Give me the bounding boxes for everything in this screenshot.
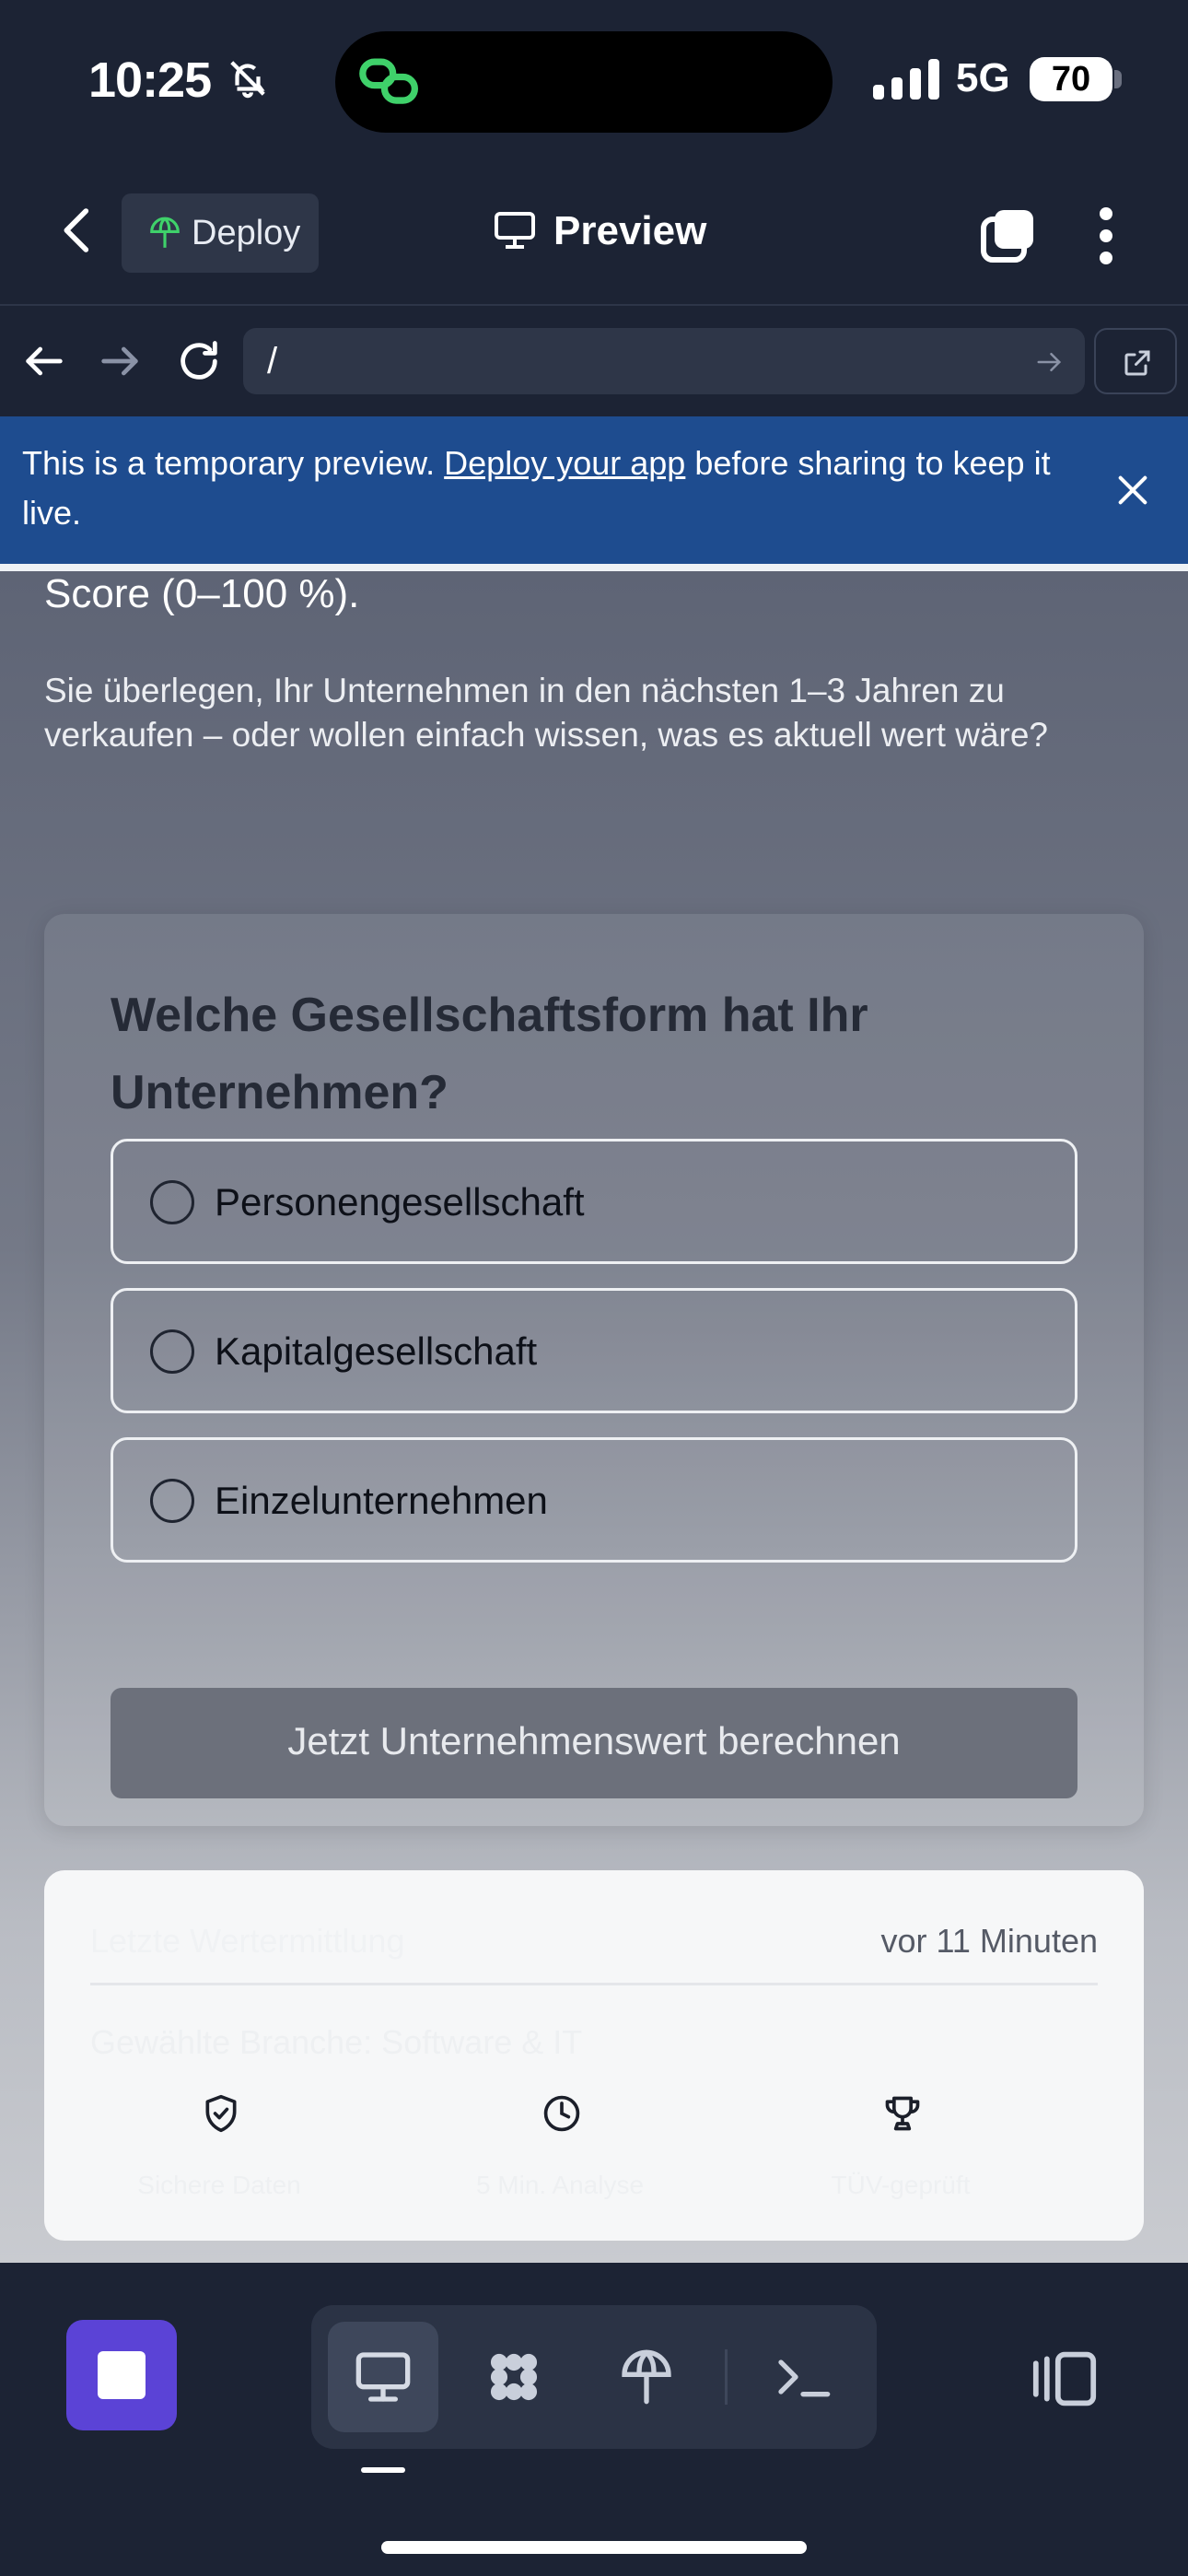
tool-shell[interactable] <box>748 2322 858 2432</box>
status-bar: 10:25 5G 70 <box>0 0 1188 157</box>
side-panel-icon[interactable] <box>1031 2349 1098 2408</box>
deploy-globe-icon <box>150 217 180 248</box>
tabs-icon[interactable] <box>980 208 1035 263</box>
option-label: Kapitalgesellschaft <box>215 1329 538 1373</box>
badge-analysis-time: 5 Min. Analyse <box>385 2093 735 2213</box>
option-kapitalgesellschaft[interactable]: Kapitalgesellschaft <box>111 1288 1077 1413</box>
banner-divider <box>0 564 1188 571</box>
close-icon <box>1118 475 1147 505</box>
badge-tuev: TÜV-geprüft <box>726 2093 1076 2213</box>
option-einzelunternehmen[interactable]: Einzelunternehmen <box>111 1437 1077 1563</box>
trophy-icon <box>885 2096 920 2131</box>
intro-text: Sie überlegen, Ihr Unternehmen in den nä… <box>44 672 1049 754</box>
tool-separator <box>725 2349 728 2405</box>
tool-deploy[interactable] <box>591 2322 702 2432</box>
reload-icon[interactable] <box>175 337 223 385</box>
url-text: / <box>267 341 278 381</box>
question-card: Welche Gesellschaftsform hat Ihr Unterne… <box>44 914 1144 1826</box>
link-app-icon <box>359 58 418 104</box>
calculate-value-label: Jetzt Unternehmenswert berechnen <box>287 1719 901 1762</box>
external-link-icon <box>1124 350 1150 376</box>
option-label: Personengesellschaft <box>215 1180 585 1224</box>
last-valuation-label: Letzte Wertermittlung <box>90 1922 405 1960</box>
info-card: Letzte Wertermittlung vor 11 Minuten Gew… <box>44 1870 1144 2241</box>
shield-check-icon <box>205 2094 237 2133</box>
badge-secure-data: Sichere Daten <box>44 2093 394 2213</box>
bottom-toolbar <box>0 2263 1188 2576</box>
calculate-value-button[interactable]: Jetzt Unternehmenswert berechnen <box>111 1688 1077 1798</box>
status-time: 10:25 <box>88 53 212 108</box>
monitor-icon <box>355 2352 411 2402</box>
stop-icon <box>98 2351 146 2399</box>
back-chevron-icon[interactable] <box>52 203 103 258</box>
bell-muted-icon <box>230 61 265 99</box>
deploy-app-link[interactable]: Deploy your app <box>444 444 685 482</box>
monitor-icon <box>495 212 535 249</box>
radio-button[interactable] <box>150 1180 194 1224</box>
signal-icon <box>873 59 939 100</box>
home-indicator <box>381 2541 807 2554</box>
question-title: Welche Gesellschaftsform hat Ihr Unterne… <box>111 989 868 1119</box>
url-field[interactable]: / <box>243 328 1085 394</box>
open-external-button[interactable] <box>1094 328 1177 394</box>
terminal-icon <box>778 2359 831 2397</box>
battery-icon: 70 <box>1030 57 1112 101</box>
badge-label: 5 Min. Analyse <box>475 2171 645 2199</box>
divider <box>90 1983 1098 1985</box>
deploy-globe-icon <box>622 2349 671 2405</box>
selected-branch-text: Gewählte Branche: Software & IT <box>90 2023 583 2061</box>
clock-icon <box>543 2095 580 2132</box>
radio-button[interactable] <box>150 1479 194 1523</box>
battery-cap <box>1114 70 1122 88</box>
stop-button[interactable] <box>66 2320 177 2430</box>
banner-text: This is a temporary preview. Deploy your… <box>22 444 1051 532</box>
arrow-forward-icon[interactable] <box>96 337 144 385</box>
deploy-button[interactable]: Deploy <box>122 193 319 273</box>
radio-button[interactable] <box>150 1329 194 1374</box>
web-preview-page: Score (0–100 %). Sie überlegen, Ihr Unte… <box>0 571 1188 2263</box>
option-label: Einzelunternehmen <box>215 1479 548 1522</box>
workspace-grid-icon <box>490 2353 538 2401</box>
badge-label: TÜV-geprüft <box>831 2171 971 2199</box>
tool-switcher <box>311 2305 877 2449</box>
badge-label: Sichere Daten <box>137 2171 301 2199</box>
tool-workspace[interactable] <box>459 2322 569 2432</box>
preview-title-text: Preview <box>553 208 707 253</box>
arrow-back-icon[interactable] <box>20 337 68 385</box>
browser-bar: / <box>0 306 1188 416</box>
network-type: 5G <box>956 55 1010 100</box>
go-arrow-icon[interactable] <box>1035 348 1063 376</box>
more-vertical-icon[interactable] <box>1092 206 1120 265</box>
option-personengesellschaft[interactable]: Personengesellschaft <box>111 1139 1077 1264</box>
active-tab-indicator <box>361 2467 405 2473</box>
deploy-label: Deploy <box>192 214 301 252</box>
app-header: Deploy Preview <box>0 157 1188 306</box>
battery-level: 70 <box>1051 60 1091 99</box>
tool-preview[interactable] <box>328 2322 438 2432</box>
last-valuation-time: vor 11 Minuten <box>880 1922 1098 1960</box>
score-text: Score (0–100 %). <box>44 571 360 616</box>
temporary-preview-banner: This is a temporary preview. Deploy your… <box>0 416 1188 564</box>
